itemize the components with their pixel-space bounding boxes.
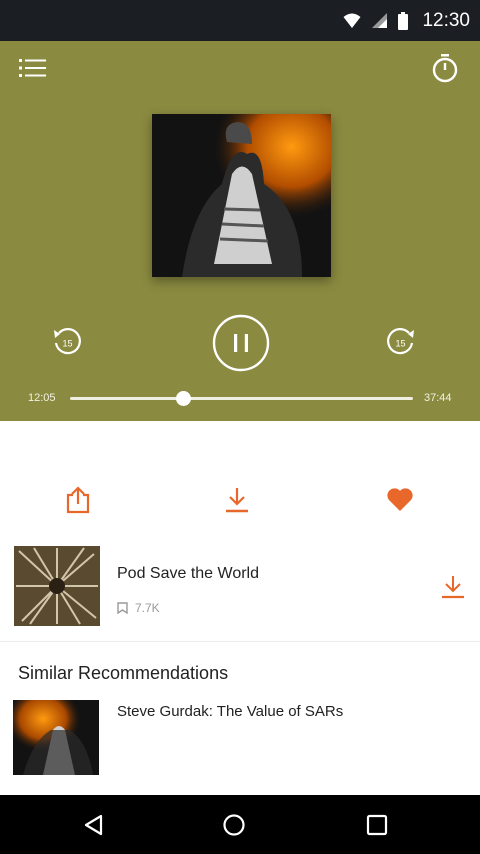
podcast-listens: 7.7K [117, 601, 160, 615]
action-row [0, 468, 480, 534]
home-button[interactable] [214, 805, 254, 845]
sleep-timer-button[interactable] [428, 51, 462, 85]
stopwatch-icon [432, 54, 458, 83]
episode-artwork [152, 114, 331, 277]
list-icon [19, 59, 46, 77]
download-icon [226, 488, 248, 513]
bookmark-icon [117, 602, 128, 614]
player-panel: 15 15 12:05 37:44 [0, 41, 480, 421]
forward-seconds-label: 15 [395, 339, 405, 349]
status-time: 12:30 [422, 9, 470, 31]
recommendations-heading: Similar Recommendations [18, 663, 229, 683]
rewind-seconds-label: 15 [62, 339, 72, 349]
wifi-icon [343, 13, 361, 28]
rewind-15-button[interactable]: 15 [48, 323, 86, 361]
seek-bar[interactable] [70, 397, 413, 400]
podcast-thumbnail [14, 546, 100, 626]
forward-15-button[interactable]: 15 [382, 323, 420, 361]
elapsed-time: 12:05 [28, 392, 56, 404]
download-episode-button[interactable] [217, 482, 257, 518]
back-icon [84, 814, 103, 836]
podcast-card[interactable]: Pod Save the World 7.7K [0, 538, 480, 642]
heart-icon [387, 488, 413, 511]
battery-icon [398, 11, 409, 30]
rewind-15-icon: 15 [54, 328, 81, 355]
pause-icon [212, 314, 270, 372]
total-duration: 37:44 [424, 392, 452, 404]
menu-button[interactable] [16, 53, 50, 83]
home-icon [223, 814, 245, 836]
podcast-title[interactable]: Pod Save the World [117, 565, 259, 583]
share-icon [66, 486, 90, 514]
seek-thumb[interactable] [175, 391, 191, 406]
favorite-button[interactable] [380, 482, 420, 518]
recents-icon [366, 814, 388, 836]
status-bar: 12:30 [0, 0, 480, 41]
recommendation-thumbnail [13, 700, 99, 775]
back-button[interactable] [74, 805, 114, 845]
navigation-bar [0, 795, 480, 854]
listens-count: 7.7K [135, 601, 160, 615]
recents-button[interactable] [357, 805, 397, 845]
download-icon [442, 576, 464, 599]
download-podcast-button[interactable] [436, 570, 470, 604]
pause-button[interactable] [211, 313, 271, 373]
forward-15-icon: 15 [387, 328, 414, 355]
signal-icon [372, 13, 388, 28]
recommendation-title[interactable]: Steve Gurdak: The Value of SARs [117, 703, 343, 720]
share-button[interactable] [58, 482, 98, 518]
recommendation-item[interactable]: Steve Gurdak: The Value of SARs [0, 695, 480, 790]
